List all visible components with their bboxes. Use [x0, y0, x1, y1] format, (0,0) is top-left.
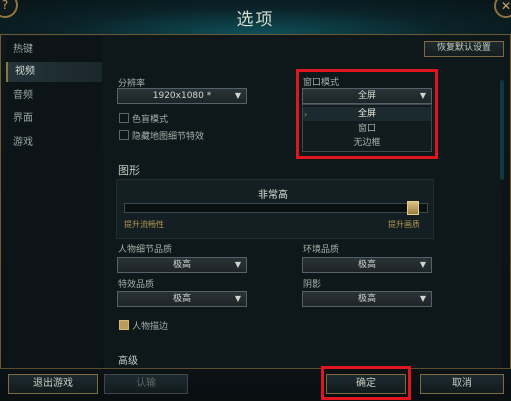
environment-quality-label: 环境品质: [303, 245, 340, 255]
sidebar-item-audio[interactable]: 音频: [6, 86, 102, 106]
effects-quality-select[interactable]: 极高 ▼: [117, 291, 247, 307]
graphics-slider-handle[interactable]: [407, 201, 420, 215]
chevron-down-icon: ▼: [234, 294, 241, 303]
character-inking-label: 人物描边: [132, 322, 169, 332]
colorblind-label: 色盲模式: [132, 115, 169, 125]
hide-eye-candy-label: 隐藏地图细节特效: [132, 132, 205, 142]
window-title: 选项: [236, 10, 275, 30]
hide-eye-candy-checkbox[interactable]: [119, 130, 129, 140]
character-inking-checkbox[interactable]: [119, 320, 129, 330]
resolution-value: 1920x1080 *: [152, 91, 212, 101]
effects-quality-label: 特效品质: [118, 280, 155, 290]
highlight-box-window-mode: [296, 69, 438, 159]
character-quality-select[interactable]: 极高 ▼: [117, 257, 247, 273]
environment-quality-value: 极高: [357, 260, 376, 270]
chevron-down-icon: ▼: [419, 294, 426, 303]
shadows-label: 阴影: [303, 280, 322, 290]
colorblind-checkbox[interactable]: [119, 113, 129, 123]
graphics-right-hint: 提升画质: [388, 220, 420, 229]
advanced-section-title: 高级: [118, 356, 138, 367]
sidebar-item-hotkeys[interactable]: 热键: [6, 40, 102, 60]
graphics-slider-track[interactable]: [124, 203, 428, 213]
shadows-select[interactable]: 极高 ▼: [302, 291, 432, 307]
graphics-section-title: 图形: [118, 164, 140, 177]
highlight-box-ok: [321, 366, 411, 400]
surrender-button[interactable]: 认输: [104, 374, 188, 394]
sidebar-item-video[interactable]: 视频: [6, 62, 102, 82]
chevron-down-icon: ▼: [419, 260, 426, 269]
environment-quality-select[interactable]: 极高 ▼: [302, 257, 432, 273]
sidebar-item-interface[interactable]: 界面: [6, 109, 102, 129]
cancel-button[interactable]: 取消: [420, 374, 504, 394]
effects-quality-value: 极高: [172, 294, 191, 304]
scrollbar[interactable]: [500, 80, 504, 180]
graphics-left-hint: 提升流畅性: [124, 220, 164, 229]
sidebar: 热键 视频 音频 界面 游戏: [6, 36, 102, 368]
shadows-value: 极高: [357, 294, 376, 304]
graphics-level-label: 非常高: [258, 190, 288, 201]
title-bar: 选项: [0, 0, 511, 35]
sidebar-item-game[interactable]: 游戏: [6, 133, 102, 153]
character-quality-value: 极高: [172, 260, 191, 270]
character-quality-label: 人物细节品质: [118, 245, 173, 255]
chevron-down-icon: ▼: [234, 91, 241, 100]
reset-defaults-button[interactable]: 恢复默认设置: [424, 41, 504, 57]
chevron-down-icon: ▼: [234, 260, 241, 269]
exit-game-button[interactable]: 退出游戏: [8, 374, 98, 394]
resolution-select[interactable]: 1920x1080 * ▼: [117, 88, 247, 104]
